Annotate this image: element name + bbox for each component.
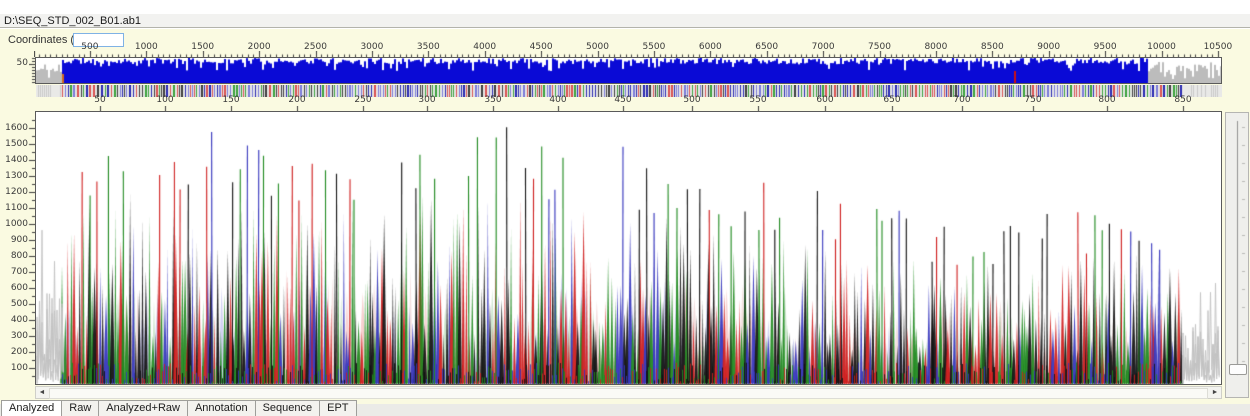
document-title-bar: D:\SEQ_STD_002_B01.ab1 bbox=[0, 14, 1250, 28]
scroll-left-icon[interactable]: ◄ bbox=[36, 387, 48, 398]
ruler-tick-label: 450 bbox=[614, 95, 631, 105]
sequence-viewer-window: D:\SEQ_STD_002_B01.ab1 Coordinates (x,y)… bbox=[0, 0, 1250, 416]
ruler-tick-label: 850 bbox=[1174, 95, 1191, 105]
intensity-tick-label: 700 bbox=[0, 267, 28, 277]
vertical-zoom-slider[interactable] bbox=[1225, 112, 1249, 398]
intensity-tick-label: 1000 bbox=[0, 219, 28, 229]
ruler-tick-label: 200 bbox=[288, 95, 305, 105]
intensity-tick-label: 200 bbox=[0, 347, 28, 357]
overview-histogram-box bbox=[35, 57, 1222, 84]
intensity-tick-label: 1400 bbox=[0, 155, 28, 165]
tab-raw[interactable]: Raw bbox=[61, 400, 99, 416]
ruler-tick-label: 700 bbox=[953, 95, 970, 105]
ruler-tick-label: 300 bbox=[418, 95, 435, 105]
tab-sequence[interactable]: Sequence bbox=[255, 400, 321, 416]
tab-annotation[interactable]: Annotation bbox=[187, 400, 256, 416]
chromatogram-plot-box bbox=[35, 111, 1222, 385]
overview-histogram-canvas[interactable] bbox=[36, 58, 1221, 83]
ruler-tick-label: 550 bbox=[749, 95, 766, 105]
intensity-tick-label: 1500 bbox=[0, 139, 28, 149]
intensity-tick-label: 1300 bbox=[0, 171, 28, 181]
ruler-tick-label: 50 bbox=[94, 95, 105, 105]
slider-thumb[interactable] bbox=[1229, 364, 1247, 375]
ruler-tick-label: 350 bbox=[484, 95, 501, 105]
intensity-tick-label: 1600 bbox=[0, 123, 28, 133]
intensity-tick-label: 1100 bbox=[0, 203, 28, 213]
intensity-tick-label: 400 bbox=[0, 315, 28, 325]
tab-ept[interactable]: EPT bbox=[319, 400, 356, 416]
ruler-tick-label: 600 bbox=[816, 95, 833, 105]
ruler-tick-label: 800 bbox=[1098, 95, 1115, 105]
slider-scale bbox=[1226, 113, 1248, 397]
intensity-tick-label: 600 bbox=[0, 283, 28, 293]
ruler-tick-label: 400 bbox=[549, 95, 566, 105]
ruler-tick-label: 150 bbox=[222, 95, 239, 105]
tab-analyzed[interactable]: Analyzed bbox=[1, 400, 62, 416]
horizontal-scrollbar[interactable]: ◄ ► bbox=[35, 386, 1222, 399]
scroll-right-icon[interactable]: ► bbox=[1209, 387, 1221, 398]
intensity-tick-label: 1200 bbox=[0, 187, 28, 197]
intensity-tick-label: 300 bbox=[0, 331, 28, 341]
ruler-tick-label: 250 bbox=[354, 95, 371, 105]
ruler-tick-label: 750 bbox=[1024, 95, 1041, 105]
intensity-tick-label: 900 bbox=[0, 235, 28, 245]
view-tab-bar: AnalyzedRawAnalyzed+RawAnnotationSequenc… bbox=[2, 400, 357, 416]
intensity-tick-label: 800 bbox=[0, 251, 28, 261]
ruler-tick-label: 500 bbox=[683, 95, 700, 105]
intensity-tick-label: 100 bbox=[0, 363, 28, 373]
ruler-tick-label: 650 bbox=[883, 95, 900, 105]
overview-y-axis-label: 50 bbox=[0, 58, 28, 68]
tab-analyzed-raw[interactable]: Analyzed+Raw bbox=[98, 400, 188, 416]
horizontal-scrollbar-thumb[interactable] bbox=[49, 388, 1208, 399]
document-title: D:\SEQ_STD_002_B01.ab1 bbox=[4, 15, 141, 27]
intensity-tick-label: 500 bbox=[0, 299, 28, 309]
ruler-tick-label: 100 bbox=[156, 95, 173, 105]
chromatogram-canvas[interactable] bbox=[36, 112, 1221, 384]
